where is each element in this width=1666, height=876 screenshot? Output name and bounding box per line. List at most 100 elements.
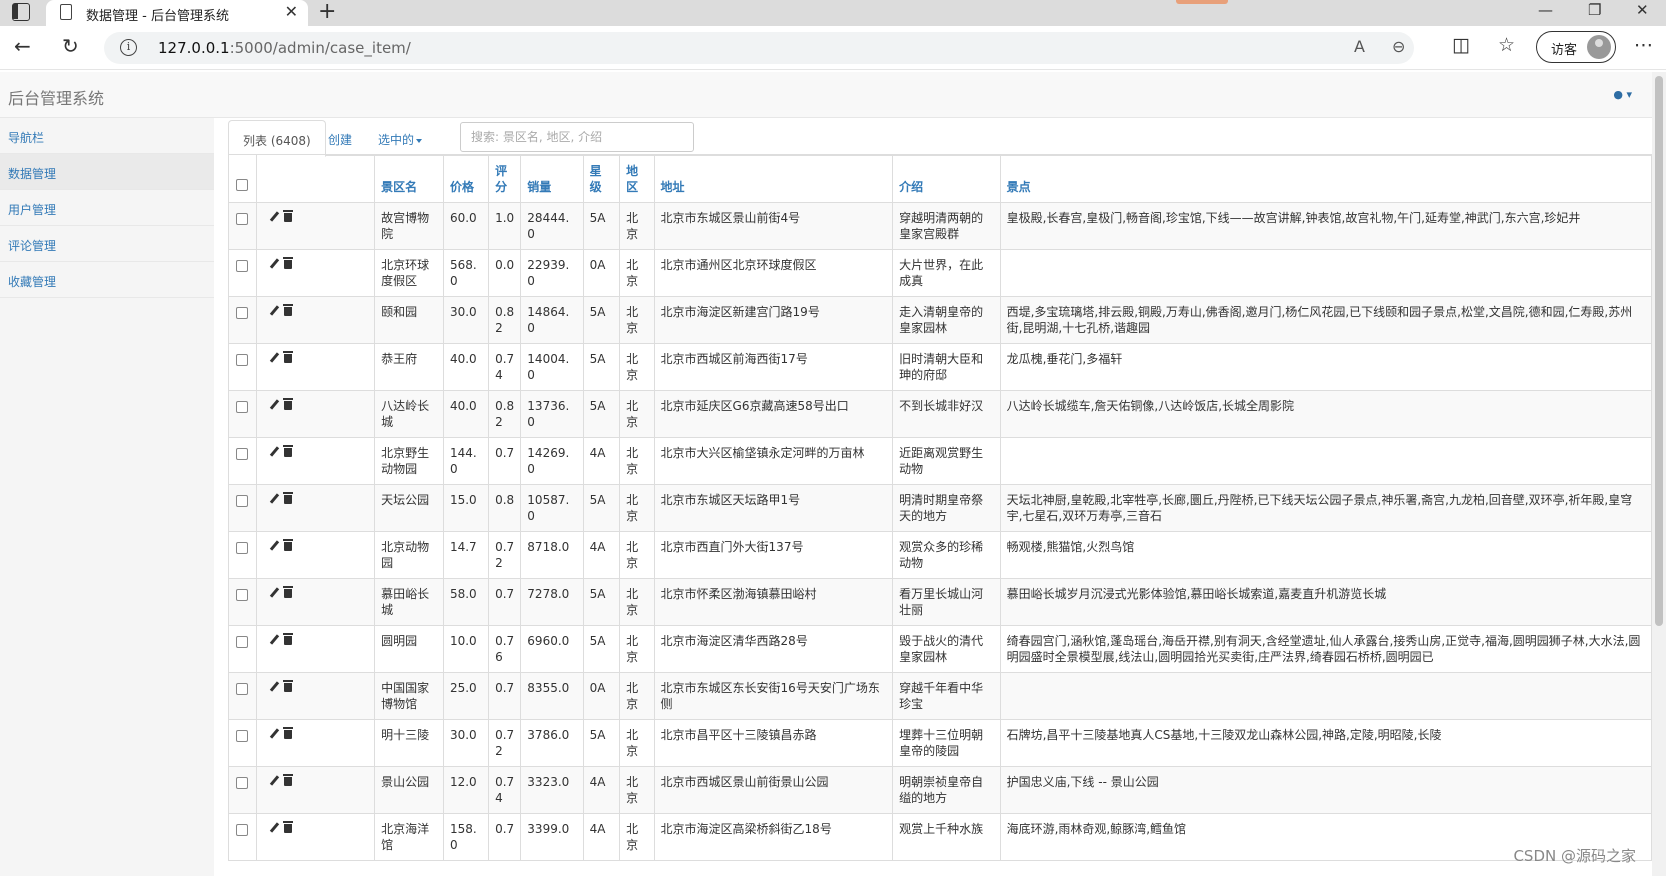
table-row: 故宫博物院 60.0 1.0 28444.0 5A 北京 北京市东城区景山前街4号 穿越明清两… — [228, 202, 1653, 250]
zoom-icon[interactable]: ⊖ — [1392, 37, 1405, 56]
table-row: 明十三陵 30.0 0.72 3786.0 5A 北京 北京市昌平区十三陵镇昌赤路 埋葬十三位… — [228, 719, 1653, 767]
header-name[interactable]: 景区名 — [374, 154, 444, 203]
profile-button[interactable]: 访客 — [1536, 31, 1616, 63]
delete-icon[interactable] — [282, 210, 293, 222]
edit-icon[interactable] — [269, 588, 279, 598]
edit-icon[interactable] — [269, 776, 279, 786]
window-close-icon[interactable]: ✕ — [1636, 1, 1649, 19]
edit-icon[interactable] — [269, 306, 279, 316]
tab-list[interactable]: 列表 (6408) — [228, 120, 326, 157]
delete-icon[interactable] — [282, 633, 293, 645]
page-scrollbar[interactable] — [1652, 72, 1666, 876]
cell-address: 北京市西城区景山前街景山公园 — [653, 766, 894, 814]
header-intro[interactable]: 介绍 — [892, 154, 1001, 203]
row-checkbox[interactable] — [236, 260, 249, 272]
delete-icon[interactable] — [282, 351, 293, 363]
user-menu-icon[interactable]: ● ▾ — [1613, 88, 1632, 101]
cell-rating: 0.82 — [488, 296, 522, 344]
header-region[interactable]: 地区 — [619, 154, 655, 203]
search-input[interactable] — [460, 122, 694, 152]
cell-address: 北京市海淀区高梁桥斜街乙18号 — [653, 813, 894, 861]
row-checkbox[interactable] — [236, 495, 249, 507]
cell-level: 5A — [582, 625, 621, 673]
delete-icon[interactable] — [282, 257, 293, 269]
delete-icon[interactable] — [282, 680, 293, 692]
more-icon[interactable]: ⋯ — [1634, 34, 1653, 56]
delete-icon[interactable] — [282, 727, 293, 739]
minimize-icon[interactable]: — — [1538, 1, 1553, 19]
back-icon[interactable]: ← — [14, 34, 31, 58]
sidebar-item-users[interactable]: 用户管理 — [0, 190, 214, 226]
row-select-cell — [228, 343, 257, 391]
edit-icon[interactable] — [269, 635, 279, 645]
row-checkbox[interactable] — [236, 636, 249, 648]
edit-icon[interactable] — [269, 541, 279, 551]
delete-icon[interactable] — [282, 821, 293, 833]
delete-icon[interactable] — [282, 304, 293, 316]
edit-icon[interactable] — [269, 447, 279, 457]
caret-down-icon — [416, 138, 423, 143]
row-checkbox[interactable] — [236, 730, 249, 742]
sidebar-item-data[interactable]: 数据管理 — [0, 154, 214, 190]
edit-icon[interactable] — [269, 494, 279, 504]
split-screen-icon[interactable]: ◫ — [1452, 34, 1470, 56]
sidebar-item-nav[interactable]: 导航栏 — [0, 118, 214, 154]
delete-icon[interactable] — [282, 586, 293, 598]
edit-icon[interactable] — [269, 823, 279, 833]
row-actions — [255, 343, 376, 391]
edit-icon[interactable] — [269, 212, 279, 222]
edit-icon[interactable] — [269, 353, 279, 363]
refresh-icon[interactable]: ↻ — [62, 34, 79, 58]
cell-level: 5A — [582, 296, 621, 344]
row-checkbox[interactable] — [236, 589, 249, 601]
row-actions — [255, 672, 376, 720]
table-row: 中国国家博物馆 25.0 0.7 8355.0 0A 北京 北京市东城区东长安街16号天安门… — [228, 672, 1653, 720]
info-icon[interactable]: i — [120, 39, 137, 56]
sidebar-item-favorites[interactable]: 收藏管理 — [0, 262, 214, 298]
row-checkbox[interactable] — [236, 448, 249, 460]
row-checkbox[interactable] — [236, 542, 249, 554]
header-sales[interactable]: 销量 — [520, 154, 584, 203]
delete-icon[interactable] — [282, 539, 293, 551]
tab-actions-icon[interactable] — [12, 3, 30, 21]
edit-icon[interactable] — [269, 400, 279, 410]
row-checkbox[interactable] — [236, 213, 249, 225]
edit-icon[interactable] — [269, 259, 279, 269]
row-checkbox[interactable] — [236, 683, 249, 695]
tab-create[interactable]: 创建 — [314, 120, 366, 156]
url-input[interactable]: i 127.0.0.1:5000/admin/case_item/ A ⊖ — [104, 32, 1414, 64]
header-price[interactable]: 价格 — [442, 154, 490, 203]
header-rating[interactable]: 评分 — [488, 154, 522, 203]
row-checkbox[interactable] — [236, 777, 249, 789]
brand-title[interactable]: 后台管理系统 — [8, 85, 104, 109]
tab-selected[interactable]: 选中的 — [364, 120, 436, 156]
header-spots[interactable]: 景点 — [999, 154, 1653, 203]
edit-icon[interactable] — [269, 729, 279, 739]
row-checkbox[interactable] — [236, 354, 249, 366]
edit-icon[interactable] — [269, 682, 279, 692]
delete-icon[interactable] — [282, 398, 293, 410]
restore-icon[interactable]: ❐ — [1588, 1, 1601, 19]
new-tab-icon[interactable]: + — [318, 0, 336, 24]
row-checkbox[interactable] — [236, 307, 249, 319]
delete-icon[interactable] — [282, 445, 293, 457]
browser-tab[interactable]: 数据管理 - 后台管理系统 ✕ — [46, 0, 308, 26]
row-checkbox[interactable] — [236, 401, 249, 413]
scrollbar-thumb[interactable] — [1655, 76, 1663, 626]
cell-region: 北京 — [619, 202, 655, 250]
select-all-checkbox[interactable] — [236, 179, 249, 191]
delete-icon[interactable] — [282, 492, 293, 504]
cell-spots: 皇极殿,长春宫,皇极门,畅音阁,珍宝馆,下线——故宫讲解,钟表馆,故宫礼物,午门… — [999, 202, 1653, 250]
cell-name: 明十三陵 — [374, 719, 444, 767]
cell-name: 中国国家博物馆 — [374, 672, 444, 720]
delete-icon[interactable] — [282, 774, 293, 786]
sidebar-item-comments[interactable]: 评论管理 — [0, 226, 214, 262]
row-actions — [255, 296, 376, 344]
notification-stub — [1176, 0, 1228, 4]
read-aloud-icon[interactable]: A — [1354, 37, 1365, 56]
row-checkbox[interactable] — [236, 824, 249, 836]
header-address[interactable]: 地址 — [653, 154, 894, 203]
favorites-icon[interactable]: ☆ — [1498, 34, 1515, 56]
header-level[interactable]: 星级 — [582, 154, 621, 203]
close-icon[interactable]: ✕ — [285, 2, 298, 21]
